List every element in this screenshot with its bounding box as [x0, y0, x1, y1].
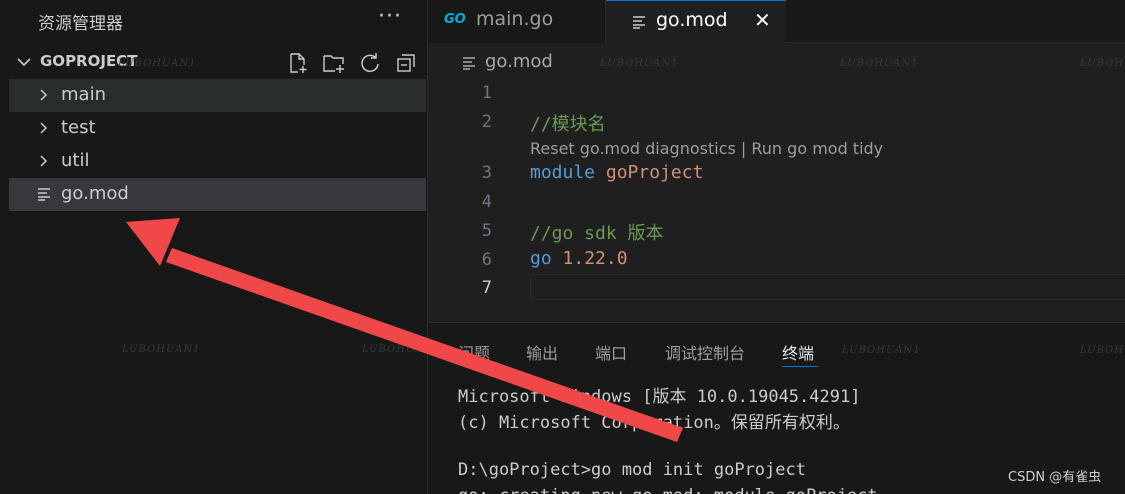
chevron-down-icon — [17, 58, 31, 67]
tab-debug-console[interactable]: 调试控制台 — [665, 340, 745, 364]
terminal-line: go: creating new go.mod: module goProjec… — [458, 486, 878, 494]
terminal-line: D:\goProject>go mod init goProject — [458, 460, 806, 480]
tree-item-main[interactable]: main — [9, 79, 426, 112]
tree-item-label: go.mod — [61, 183, 129, 204]
more-actions-icon[interactable]: ··· — [378, 4, 402, 29]
chevron-right-icon — [40, 89, 48, 101]
file-lines-icon — [633, 16, 645, 29]
file-lines-icon — [463, 57, 475, 70]
explorer-toolbar — [284, 50, 420, 76]
tree-item-label: util — [61, 150, 90, 171]
tab-main-go[interactable]: GO main.go — [428, 0, 606, 43]
refresh-icon[interactable] — [356, 50, 384, 76]
tab-label: main.go — [476, 8, 554, 30]
line-number: 4 — [481, 192, 492, 212]
tab-output[interactable]: 输出 — [526, 340, 558, 364]
code-keyword: module — [530, 162, 596, 183]
collapse-all-icon[interactable] — [392, 50, 420, 76]
code-value: 1.22.0 — [562, 248, 628, 269]
line-number: 1 — [481, 83, 492, 103]
new-folder-icon[interactable] — [320, 50, 348, 76]
editor-group: GO main.go go.mod ✕ go.mod 1 2 3 4 5 6 7… — [428, 0, 1125, 322]
tab-terminal[interactable]: 终端 — [782, 340, 814, 364]
codelens-actions[interactable]: Reset go.mod diagnostics | Run go mod ti… — [530, 139, 883, 158]
go-icon: GO — [444, 12, 466, 27]
watermark: LUBOHUAN1 — [1080, 345, 1125, 356]
watermark: LUBOHUAN1 — [842, 345, 921, 356]
tree-item-label: main — [61, 84, 106, 105]
line-number: 6 — [481, 250, 492, 270]
project-section-header[interactable]: GOPROJECT — [0, 46, 428, 78]
new-file-icon[interactable] — [284, 50, 312, 76]
close-icon[interactable]: ✕ — [754, 8, 771, 32]
chevron-right-icon — [40, 122, 48, 134]
watermark: LUBOHUAN1 — [840, 58, 919, 69]
tree-item-label: test — [61, 117, 96, 138]
terminal-line: (c) Microsoft Corporation。保留所有权利。 — [458, 413, 850, 433]
watermark: LUBOHUAN1 — [122, 344, 201, 355]
code-line: module goProject — [530, 162, 703, 183]
watermark: LUBOHUAN1 — [1080, 58, 1125, 69]
line-number: 5 — [481, 221, 492, 241]
watermark: LUBOHUAN1 — [118, 58, 197, 69]
code-comment: //go sdk 版本 — [530, 223, 664, 244]
tree-item-go-mod[interactable]: go.mod — [9, 178, 426, 211]
terminal-line: Microsoft Windows [版本 10.0.19045.4291] — [458, 387, 861, 407]
explorer-sidebar: 资源管理器 ··· GOPROJECT main test util go.mo… — [0, 0, 439, 494]
explorer-header: 资源管理器 ··· — [0, 0, 428, 42]
chevron-right-icon — [40, 155, 48, 167]
line-number: 3 — [481, 163, 492, 183]
code-line: go 1.22.0 — [530, 248, 628, 269]
tree-item-util[interactable]: util — [9, 145, 426, 178]
code-value: goProject — [605, 162, 704, 183]
tab-label: go.mod — [656, 9, 728, 31]
line-number: 7 — [481, 278, 492, 298]
tab-go-mod[interactable]: go.mod ✕ — [606, 0, 786, 44]
explorer-title: 资源管理器 — [38, 14, 123, 34]
code-comment: //模块名 — [530, 114, 606, 135]
csdn-credit: CSDN @有雀虫 — [1008, 470, 1102, 485]
watermark: LUBOHUAN1 — [600, 58, 679, 69]
editor-tabbar: GO main.go go.mod ✕ — [428, 0, 1125, 44]
current-line-highlight — [530, 274, 1125, 300]
code-editor[interactable]: 1 2 3 4 5 6 7 //模块名 Reset go.mod diagnos… — [428, 78, 1125, 318]
tree-item-test[interactable]: test — [9, 112, 426, 145]
code-keyword: go — [530, 248, 552, 269]
tab-problems[interactable]: 问题 — [458, 340, 490, 364]
tab-ports[interactable]: 端口 — [595, 340, 627, 364]
breadcrumb-file[interactable]: go.mod — [485, 51, 553, 72]
active-tab-indicator — [782, 366, 818, 367]
file-lines-icon — [38, 188, 50, 201]
line-number: 2 — [481, 112, 492, 132]
breadcrumb: go.mod — [428, 46, 1125, 78]
